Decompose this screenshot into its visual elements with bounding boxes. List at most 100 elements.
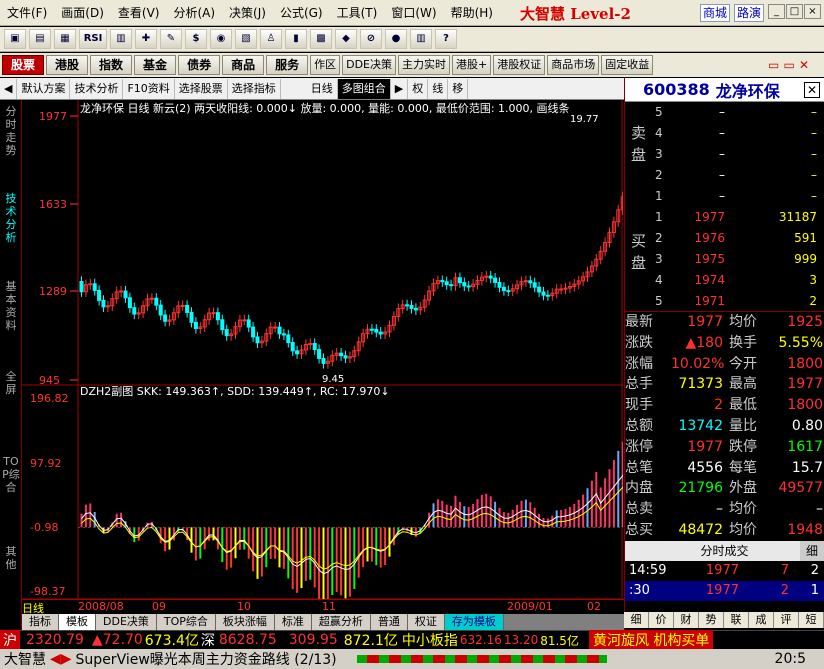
subbar-item-5[interactable]: 日线 [281, 78, 338, 99]
menu-item-8[interactable]: 帮助(H) [444, 0, 500, 26]
template-tab-4[interactable]: 板块涨幅 [215, 614, 275, 630]
left-tab-1[interactable]: 技术分析 [1, 192, 21, 244]
sell-price: – [719, 105, 725, 119]
left-tab-3[interactable]: 全屏 [1, 370, 21, 396]
rsi-icon[interactable]: RSI [79, 29, 107, 49]
buy-price: 1976 [694, 231, 725, 245]
right-tab-5[interactable]: 成 [749, 612, 774, 628]
left-tab-2[interactable]: 基本资料 [1, 280, 21, 332]
scroll-left-icon[interactable]: ◀▶ [50, 651, 72, 667]
market-tab-7[interactable]: 作区 [310, 55, 341, 75]
right-tab-4[interactable]: 联 [724, 612, 749, 628]
market-tab-2[interactable]: 指数 [90, 55, 133, 75]
right-tab-1[interactable]: 价 [649, 612, 674, 628]
maximize-button[interactable]: □ [786, 4, 803, 19]
template-tab-0[interactable]: 指标 [22, 614, 59, 630]
grid-icon[interactable]: ▦ [54, 29, 76, 49]
candle-body [189, 311, 194, 323]
left-tab-0[interactable]: 分时走势 [1, 105, 21, 157]
roadshow-link[interactable]: 路演 [734, 4, 765, 22]
dollar-icon[interactable]: $ [185, 29, 207, 49]
bars-icon[interactable]: ▮ [285, 29, 307, 49]
right-tab-0[interactable]: 细 [624, 612, 649, 628]
market-tab-4[interactable]: 债券 [178, 55, 221, 75]
market-tab-13[interactable]: 固定收益 [601, 55, 654, 75]
template-tab-1[interactable]: 模板 [59, 614, 96, 630]
template-tab-9[interactable]: 存为模板 [444, 614, 504, 630]
trades-header[interactable]: 分时成交 细 [625, 540, 824, 561]
menu-item-0[interactable]: 文件(F) [0, 0, 54, 26]
template-tab-7[interactable]: 普通 [370, 614, 408, 630]
mall-link[interactable]: 商城 [700, 4, 731, 22]
menu-item-1[interactable]: 画面(D) [54, 0, 111, 26]
page-icon[interactable]: ▧ [235, 29, 257, 49]
market-tab-8[interactable]: DDE决策 [342, 55, 396, 75]
subbar-item-2[interactable]: F10资料 [123, 78, 175, 99]
menu-item-5[interactable]: 公式(G) [273, 0, 330, 26]
market-tab-3[interactable]: 基金 [134, 55, 177, 75]
right-tab-6[interactable]: 评 [774, 612, 799, 628]
close-quote-icon[interactable]: ✕ [804, 81, 820, 98]
subbar-item-4[interactable]: 选择指标 [228, 78, 281, 99]
menu-item-4[interactable]: 决策(J) [222, 0, 273, 26]
candle-body [123, 290, 128, 299]
market-tab-12[interactable]: 商品市场 [547, 55, 600, 75]
diamond-icon[interactable]: ◆ [335, 29, 357, 49]
chart-icon[interactable]: ▤ [29, 29, 51, 49]
binoculars-icon[interactable]: ♙ [260, 29, 282, 49]
template-tab-8[interactable]: 权证 [407, 614, 445, 630]
minimize-button[interactable]: _ [768, 4, 785, 19]
news-headline[interactable]: SuperView曝光本周主力资金路线 (2/13) [76, 649, 337, 669]
subbar-icon-2[interactable]: 移 [448, 78, 469, 99]
right-tab-3[interactable]: 势 [699, 612, 724, 628]
books-icon[interactable]: ▥ [410, 29, 432, 49]
subbar-icon-0[interactable]: 权 [408, 78, 429, 99]
candle-body [132, 307, 137, 315]
trade-time: :30 [629, 582, 650, 598]
right-tab-2[interactable]: 财 [674, 612, 699, 628]
menu-item-3[interactable]: 分析(A) [166, 0, 222, 26]
market-tab-11[interactable]: 港股权证 [493, 55, 546, 75]
candle-body [88, 283, 93, 286]
news-ticker[interactable]: 黄河旋风 机构买单 [588, 630, 714, 650]
vip-icon[interactable]: ◉ [210, 29, 232, 49]
menu-item-2[interactable]: 查看(V) [111, 0, 167, 26]
close-button[interactable]: × [804, 4, 821, 19]
template-tab-3[interactable]: TOP综合 [156, 614, 216, 630]
menu-item-6[interactable]: 工具(T) [330, 0, 385, 26]
left-tab-4[interactable]: TOP综合 [1, 455, 21, 494]
buy-level: 2 [655, 231, 663, 245]
market-tab-9[interactable]: 主力实时 [398, 55, 450, 75]
template-tab-2[interactable]: DDE决策 [96, 614, 157, 630]
menu-item-7[interactable]: 窗口(W) [384, 0, 443, 26]
subbar-left-arrow[interactable]: ◀ [0, 78, 18, 99]
market-tab-5[interactable]: 商品 [222, 55, 265, 75]
left-tab-5[interactable]: 其他 [1, 545, 21, 571]
card-icon[interactable]: ▩ [310, 29, 332, 49]
subbar-item-6[interactable]: 多图组合 [337, 78, 391, 99]
subbar-item-1[interactable]: 技术分析 [70, 78, 124, 99]
template-tab-5[interactable]: 标准 [274, 614, 312, 630]
help-icon[interactable]: ? [435, 29, 457, 49]
market-tab-6[interactable]: 服务 [266, 55, 309, 75]
template-tab-6[interactable]: 超赢分析 [311, 614, 371, 630]
subbar-item-0[interactable]: 默认方案 [17, 78, 71, 99]
subbar-item-3[interactable]: 选择股票 [175, 78, 228, 99]
draw-icon[interactable]: ✎ [160, 29, 182, 49]
trades-detail-button[interactable]: 细 [800, 540, 824, 561]
market-tab-0[interactable]: 股票 [2, 55, 45, 75]
subbar-icon-1[interactable]: 线 [428, 78, 449, 99]
folder-icon[interactable]: ▣ [4, 29, 26, 49]
redcircle-icon[interactable]: ● [385, 29, 407, 49]
y-tick: 1977 [39, 110, 67, 123]
market-tab-1[interactable]: 港股 [46, 55, 89, 75]
sell-row: 5 – – [655, 102, 823, 123]
child-window-controls[interactable]: ▭ ▭ ✕ [768, 58, 820, 72]
no-icon[interactable]: ⊘ [360, 29, 382, 49]
market-tab-10[interactable]: 港股+ [452, 55, 492, 75]
right-tab-7[interactable]: 短 [799, 612, 824, 628]
table-icon[interactable]: ▥ [110, 29, 132, 49]
subbar-right-arrow[interactable]: ▶ [391, 78, 409, 99]
cross-icon[interactable]: ✚ [135, 29, 157, 49]
kline-chart[interactable]: 龙净环保 日线 新云(2) 两天收阳线: 0.000↓ 放量: 0.000, 量… [22, 100, 623, 600]
